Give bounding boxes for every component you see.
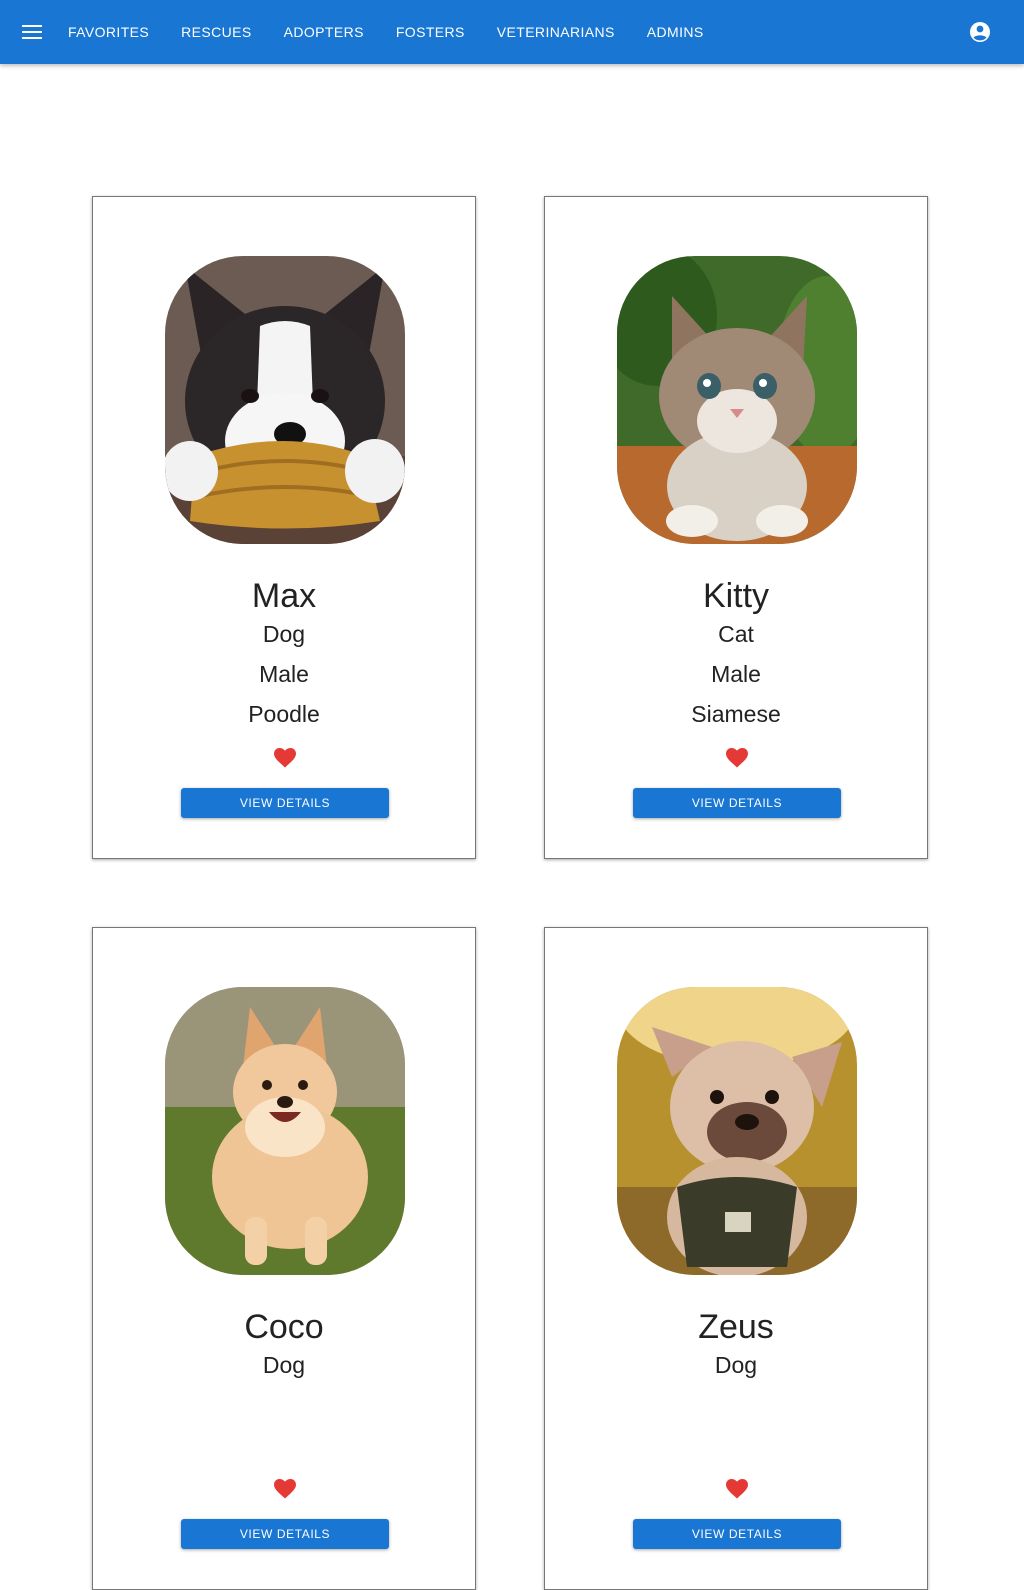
pet-breed: Poodle	[248, 701, 320, 727]
pet-card: Kitty Cat Male Siamese VIEW DETAILS	[544, 196, 928, 859]
favorite-heart-icon[interactable]	[726, 748, 748, 768]
nav-fosters[interactable]: FOSTERS	[380, 18, 481, 46]
nav-rescues[interactable]: RESCUES	[165, 18, 267, 46]
view-details-button[interactable]: VIEW DETAILS	[181, 1519, 389, 1549]
pet-card: Coco Dog VIEW DETAILS	[92, 927, 476, 1590]
pet-name: Max	[251, 577, 317, 615]
pet-photo	[617, 987, 857, 1275]
nav-admins[interactable]: ADMINS	[631, 18, 720, 46]
pet-card: Zeus Dog VIEW DETAILS	[544, 927, 928, 1590]
pet-name: Zeus	[698, 1308, 774, 1346]
main-nav: FAVORITES RESCUES ADOPTERS FOSTERS VETER…	[52, 0, 720, 64]
pet-name: Kitty	[702, 577, 770, 615]
pet-species: Cat	[718, 621, 754, 647]
favorite-heart-icon[interactable]	[726, 1479, 748, 1499]
pet-sex: Male	[259, 661, 309, 687]
view-details-button[interactable]: VIEW DETAILS	[633, 1519, 841, 1549]
account-button[interactable]	[968, 20, 992, 44]
pet-sex: Male	[711, 661, 761, 687]
pet-species: Dog	[262, 621, 306, 647]
pet-card: Max Dog Male Poodle VIEW DETAILS	[92, 196, 476, 859]
pet-breed: Siamese	[691, 701, 781, 727]
menu-button[interactable]	[16, 16, 48, 48]
favorite-heart-icon[interactable]	[274, 1479, 296, 1499]
account-circle-icon	[970, 22, 990, 42]
menu-icon	[22, 25, 42, 39]
nav-veterinarians[interactable]: VETERINARIANS	[481, 18, 631, 46]
favorite-heart-icon[interactable]	[274, 748, 296, 768]
pet-name: Coco	[244, 1308, 324, 1346]
pet-photo	[165, 987, 405, 1275]
view-details-button[interactable]: VIEW DETAILS	[633, 788, 841, 818]
view-details-button[interactable]: VIEW DETAILS	[181, 788, 389, 818]
pet-photo	[617, 256, 857, 544]
pet-photo	[165, 256, 405, 544]
nav-adopters[interactable]: ADOPTERS	[268, 18, 380, 46]
app-bar: FAVORITES RESCUES ADOPTERS FOSTERS VETER…	[0, 0, 1024, 64]
nav-favorites[interactable]: FAVORITES	[52, 18, 165, 46]
